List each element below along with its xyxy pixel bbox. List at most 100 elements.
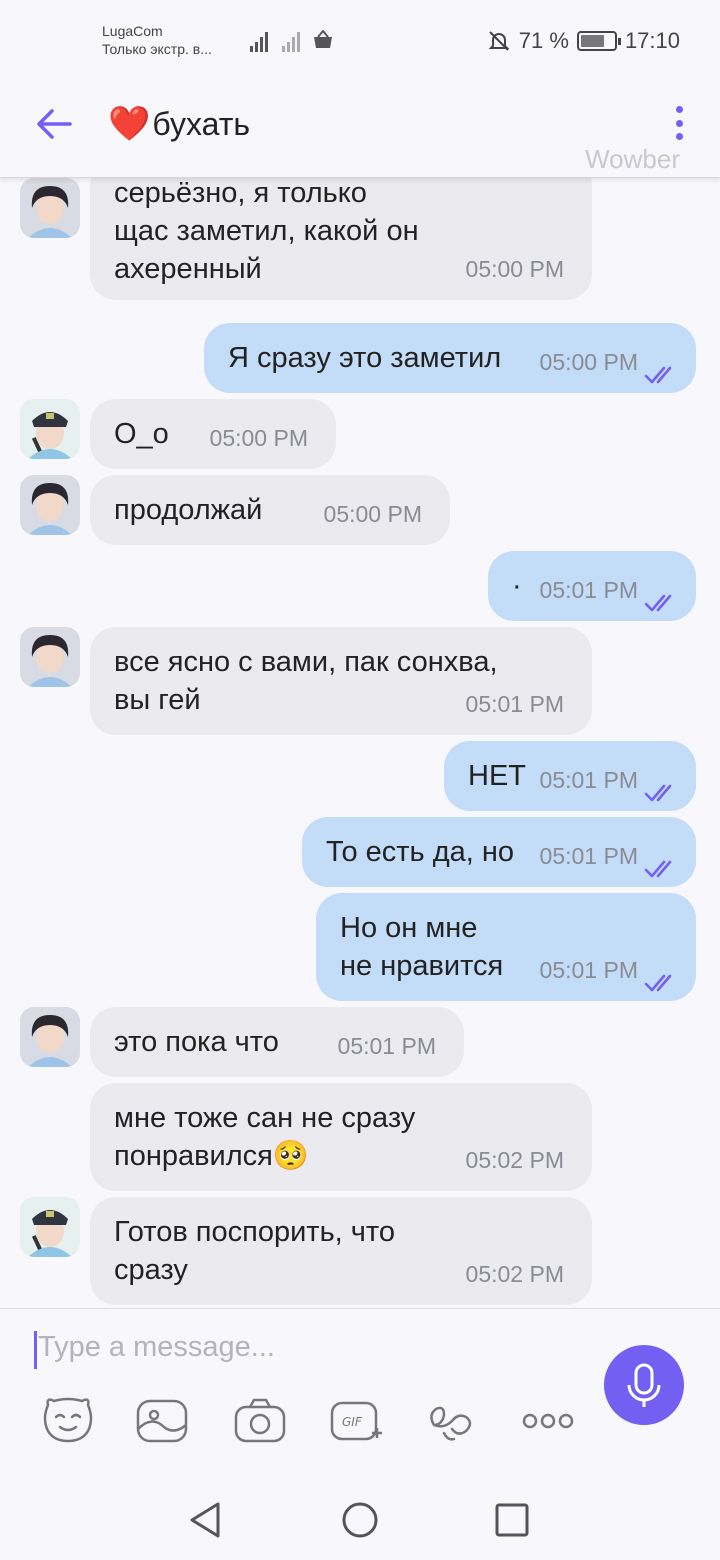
message-line: продолжай: [114, 494, 263, 526]
message-timestamp: 05:02 PM: [465, 1261, 564, 1287]
message-timestamp: 05:01 PM: [337, 1033, 436, 1059]
message-timestamp: 05:01 PM: [539, 767, 638, 793]
signal-icon: [250, 28, 268, 52]
incoming-message[interactable]: О_о 05:00 PM: [90, 399, 336, 469]
microphone-icon: [627, 1363, 661, 1407]
message-text: Я сразу это заметил: [228, 339, 501, 377]
status-bar: LugaCom Только экстр. в... 71 % 17:10: [0, 0, 720, 70]
message-timestamp: 05:01 PM: [539, 843, 638, 869]
message-line: То есть да, но: [326, 836, 515, 868]
battery-percent: 71 %: [518, 28, 569, 53]
sender-avatar[interactable]: [20, 627, 80, 687]
read-receipt-icon: [644, 585, 678, 612]
sender-avatar[interactable]: [20, 1197, 80, 1257]
battery-icon: [576, 31, 621, 51]
message-timestamp: 05:01 PM: [539, 577, 638, 603]
camera-icon[interactable]: [232, 1395, 288, 1447]
read-receipt-icon: [644, 775, 678, 802]
message-text: ·: [512, 567, 522, 605]
text-caret: [34, 1331, 37, 1369]
network-status: Только экстр. в...: [102, 41, 212, 57]
message-line: щас заметил, какой он: [114, 215, 419, 247]
message-text: это пока что: [114, 1023, 279, 1061]
outgoing-message[interactable]: Но он мне не нравится 05:01 PM: [316, 893, 696, 1001]
chat-header: ❤️ бухать Wowber: [0, 70, 720, 178]
message-timestamp: 05:00 PM: [323, 501, 422, 527]
more-icon[interactable]: [520, 1395, 576, 1447]
message-text: Но он мне не нравится: [340, 909, 503, 985]
message-line: Но он мне: [340, 912, 478, 944]
message-text: все ясно с вами, пак сонхва, вы гей: [114, 643, 498, 719]
message-text: НЕТ: [468, 757, 526, 795]
message-line: НЕТ: [468, 760, 526, 792]
status-right: 71 % 17:10: [487, 28, 680, 54]
outgoing-message[interactable]: · 05:01 PM: [488, 551, 696, 621]
read-receipt-icon: [644, 357, 678, 384]
nav-back-icon[interactable]: [186, 1500, 226, 1540]
message-line: не нравится: [340, 950, 504, 982]
heart-emoji: ❤️: [108, 105, 151, 143]
incoming-message[interactable]: серьёзно, я только щас заметил, какой он а…: [90, 178, 592, 300]
mute-bell-icon: [488, 31, 510, 51]
read-receipt-icon: [644, 851, 678, 878]
nav-recents-icon[interactable]: [492, 1500, 532, 1540]
store-icon: [314, 30, 332, 48]
message-text: О_о: [114, 415, 169, 453]
chat-name: бухать: [152, 105, 251, 142]
message-timestamp: 05:01 PM: [539, 957, 638, 983]
nav-home-icon[interactable]: [340, 1500, 380, 1540]
message-timestamp: 05:02 PM: [465, 1147, 564, 1173]
message-timestamp: 05:00 PM: [539, 349, 638, 375]
voice-message-button[interactable]: [604, 1345, 684, 1425]
message-text: продолжай: [114, 491, 262, 529]
outgoing-message[interactable]: Я сразу это заметил 05:00 PM: [204, 323, 696, 393]
message-line: ахеренный: [114, 253, 262, 285]
message-line: мне тоже сан не сразу: [114, 1102, 416, 1134]
message-timestamp: 05:00 PM: [209, 425, 308, 451]
incoming-message[interactable]: это пока что 05:01 PM: [90, 1007, 464, 1077]
svg-text:GIF: GIF: [342, 1415, 363, 1429]
read-receipt-icon: [644, 965, 678, 992]
message-line: сразу: [114, 1254, 188, 1286]
message-line: Готов поспорить, что: [114, 1216, 395, 1248]
sender-avatar[interactable]: [20, 399, 80, 459]
incoming-message[interactable]: мне тоже сан не сразу понравился🥺 05:02 PM: [90, 1083, 592, 1191]
message-text: Готов поспорить, что сразу: [114, 1213, 395, 1289]
outgoing-message[interactable]: То есть да, но 05:01 PM: [302, 817, 696, 887]
watermark: Wowber: [585, 144, 680, 174]
message-text: серьёзно, я только щас заметил, какой он а…: [114, 178, 419, 288]
system-navigation-bar: [0, 1480, 720, 1560]
message-timestamp: 05:01 PM: [465, 691, 564, 717]
message-line: О_о: [114, 418, 169, 450]
message-line: ·: [512, 570, 522, 602]
composer: Type a message... GIF: [0, 1308, 720, 1480]
doodle-icon[interactable]: [424, 1395, 480, 1447]
incoming-message[interactable]: все ясно с вами, пак сонхва, вы гей 05:01 …: [90, 627, 592, 735]
gif-icon[interactable]: GIF: [328, 1395, 384, 1447]
sender-avatar[interactable]: [20, 1007, 80, 1067]
sender-avatar[interactable]: [20, 475, 80, 535]
incoming-message[interactable]: Готов поспорить, что сразу 05:02 PM: [90, 1197, 592, 1305]
message-list[interactable]: серьёзно, я только щас заметил, какой он а…: [0, 178, 720, 1308]
message-line: это пока что: [114, 1026, 279, 1058]
message-placeholder: Type a message...: [38, 1331, 275, 1363]
back-arrow-icon[interactable]: [34, 106, 74, 142]
clock: 17:10: [624, 28, 680, 53]
outgoing-message[interactable]: НЕТ 05:01 PM: [444, 741, 696, 811]
carrier-info: LugaCom Только экстр. в...: [102, 22, 212, 58]
carrier-name: LugaCom: [102, 23, 163, 39]
message-input[interactable]: Type a message...: [32, 1325, 572, 1373]
sender-avatar[interactable]: [20, 178, 80, 238]
message-line: серьёзно, я только: [114, 178, 367, 209]
gallery-icon[interactable]: [134, 1395, 190, 1447]
message-text: мне тоже сан не сразу понравился🥺: [114, 1099, 415, 1175]
sticker-icon[interactable]: [40, 1395, 96, 1447]
message-line: Я сразу это заметил: [228, 342, 502, 374]
more-options-icon[interactable]: [674, 106, 684, 140]
incoming-message[interactable]: продолжай 05:00 PM: [90, 475, 450, 545]
message-line: все ясно с вами, пак сонхва,: [114, 646, 498, 678]
chat-title[interactable]: ❤️ бухать: [108, 104, 250, 144]
message-line: вы гей: [114, 684, 201, 716]
signal-icon-sim2: [282, 28, 300, 52]
message-line: понравился🥺: [114, 1140, 309, 1172]
